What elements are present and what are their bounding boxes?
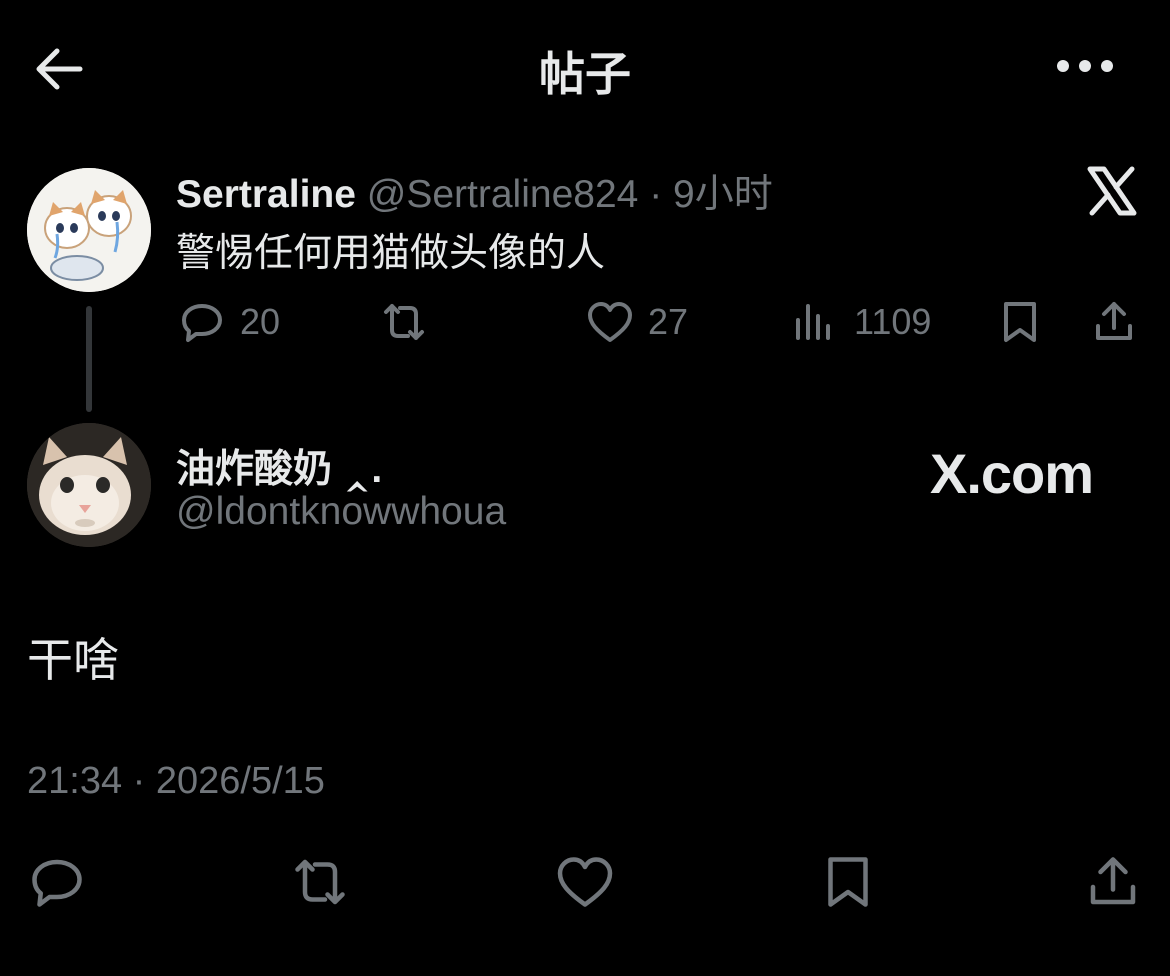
avatar-sertraline[interactable] [27,168,151,292]
x-com-watermark: X.com [930,438,1130,508]
author-display-name[interactable]: 油炸酸奶 ‸. [176,438,382,494]
reply-icon [182,304,222,342]
quoted-time: 9小时 [673,173,773,216]
post-timestamp: 21:34 · 2026/5/15 [27,760,325,802]
heart-icon [588,302,632,342]
bookmark-button[interactable] [818,852,878,912]
reply-button[interactable] [27,852,87,912]
bookmark-icon [1004,302,1036,342]
repost-icon [384,304,424,340]
bookmark-icon [828,857,868,907]
more-options-button[interactable] [1052,48,1118,84]
avatar-author[interactable] [27,423,151,547]
share-button[interactable] [1083,852,1143,912]
like-count-button[interactable]: 27 [586,298,688,346]
share-icon [1090,857,1136,905]
views-button[interactable]: 1109 [792,298,931,346]
heart-icon [557,857,613,907]
views-bar-chart-icon [796,304,830,340]
more-horizontal-icon [1057,60,1113,72]
quoted-separator: · [649,173,663,216]
cat-avatar-image [27,168,151,292]
repost-button-main[interactable] [290,852,350,912]
views-count: 1109 [854,301,932,342]
x-com-watermark-text: X.com [930,441,1094,505]
author-handle[interactable]: @ldontknowwhoua [176,490,506,534]
cat-photo-avatar [27,423,151,547]
like-button[interactable] [555,852,615,912]
reply-icon [32,859,82,907]
quoted-handle[interactable]: @Sertraline824 [367,173,639,216]
bookmark-button-quoted[interactable] [996,298,1058,346]
like-count: 27 [648,301,689,342]
share-button-quoted[interactable] [1090,298,1152,346]
thread-connector-line [86,306,92,412]
x-logo-icon [1084,163,1140,219]
quoted-post-header: Sertraline @Sertraline824 · 9小时 [176,163,773,219]
page-title: 帖子 [539,48,631,100]
reply-count-button[interactable]: 20 [178,298,280,346]
share-icon [1096,302,1132,340]
quoted-post-text: 警惕任何用猫做头像的人 [176,232,606,275]
repost-button[interactable] [380,298,442,346]
quoted-display-name[interactable]: Sertraline [176,173,356,216]
repost-icon [295,859,345,905]
reply-count: 20 [240,301,281,342]
post-text: 干啥 [27,634,119,686]
